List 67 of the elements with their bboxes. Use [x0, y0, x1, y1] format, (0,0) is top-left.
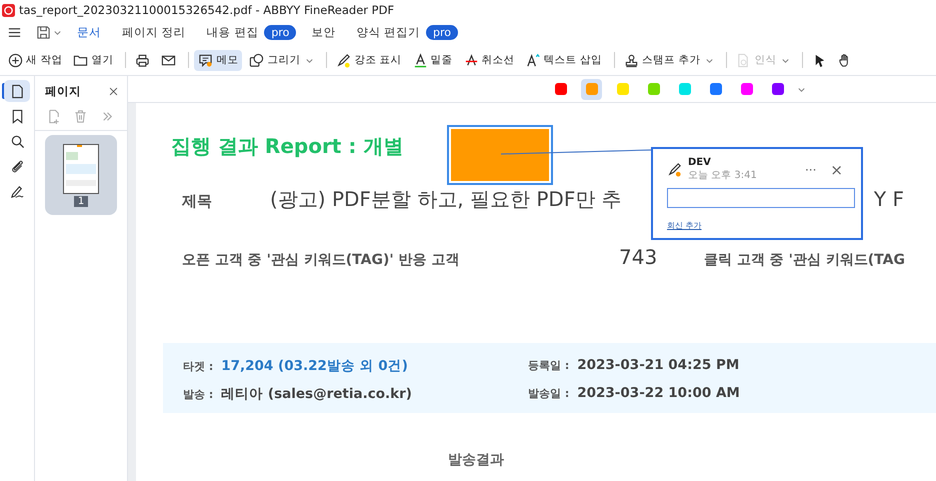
subject-text: (광고) PDF분할 하고, 필요한 PDF만 추: [270, 186, 622, 213]
toolbar-button[interactable]: 메모: [194, 50, 242, 70]
strikethrough-icon: [464, 52, 479, 68]
stamp-icon: [624, 52, 640, 68]
menu-tab[interactable]: 양식 편집기: [350, 23, 426, 42]
target-link[interactable]: 17,204 (03.22발송 외 0건): [221, 357, 408, 375]
toolbar-button[interactable]: 열기: [69, 50, 118, 70]
toolbar-button[interactable]: 밑줄: [408, 50, 457, 70]
info-label: 등록일 :: [528, 358, 570, 373]
page-preview-icon: [63, 144, 99, 194]
print-icon: [135, 52, 150, 68]
bookmark-icon: [10, 108, 24, 124]
shapes-icon: [249, 52, 264, 68]
info-label: 발송 :: [183, 387, 214, 402]
menu-icon[interactable]: [7, 25, 22, 40]
subject-label: 제목: [182, 192, 213, 211]
attachment-icon: [10, 158, 24, 174]
panel-title: 페이지: [45, 84, 81, 99]
close-button[interactable]: ×: [826, 160, 847, 178]
toolbar-button[interactable]: 그리기: [245, 50, 318, 70]
pro-badge: pro: [426, 25, 458, 40]
reply-link[interactable]: 회신 추가: [667, 220, 847, 231]
info-label: 발송일 :: [528, 386, 570, 401]
info-value: 2023-03-22 10:00 AM: [577, 385, 740, 401]
menu-tab[interactable]: 내용 편집: [200, 23, 264, 42]
signature-icon: [10, 184, 24, 198]
section-title: 발송결과: [448, 451, 505, 469]
note-time: 오늘 오후 3:41: [688, 169, 758, 182]
info-label: 타겟 :: [183, 359, 214, 374]
page-thumbnail[interactable]: 1: [45, 135, 117, 215]
search-icon: [10, 134, 24, 148]
stat-label: 오픈 고객 중 '관심 키워드(TAG)' 반응 고객: [182, 251, 460, 269]
highlighter-icon: [667, 162, 682, 177]
note-icon: [198, 52, 214, 68]
more-button[interactable]: ···: [800, 162, 820, 176]
note-author: DEV: [688, 157, 712, 168]
note-input-field[interactable]: [667, 188, 855, 208]
report-heading: 집행 결과 Report : 개별: [171, 133, 404, 160]
trash-icon[interactable]: [73, 109, 88, 124]
subject-text: Y F: [874, 187, 904, 211]
color-swatch[interactable]: [581, 78, 602, 100]
info-value: 2023-03-21 04:25 PM: [577, 357, 740, 373]
page-tab[interactable]: [4, 80, 30, 102]
pro-badge: pro: [264, 25, 296, 40]
underline-icon: [412, 52, 428, 68]
menu-tab[interactable]: 보안: [305, 23, 342, 42]
toolbar-button[interactable]: 새 작업: [4, 50, 66, 70]
mail-icon: [161, 52, 176, 68]
close-icon[interactable]: [108, 86, 119, 97]
add-page-icon[interactable]: [46, 109, 62, 124]
text-insert-icon: [526, 52, 541, 68]
info-value: 레티아 (sales@retia.co.kr): [221, 385, 412, 403]
stat-value: 743: [619, 245, 658, 269]
toolbar-button[interactable]: 텍스트 삽입: [522, 50, 606, 70]
toolbar-button[interactable]: 강조 표시: [332, 50, 406, 70]
menu-tab[interactable]: 문서: [71, 23, 107, 42]
folder-icon: [73, 52, 88, 68]
window-title: tas_report_20230321100015326542.pdf - ABBYY FineReader PDF: [19, 3, 394, 17]
plus-circle-icon: [8, 52, 23, 68]
highlighter-icon: [336, 52, 352, 68]
page-icon: [10, 84, 24, 98]
page-number: 1: [74, 196, 88, 206]
toolbar-button[interactable]: 스탬프 추가: [620, 50, 718, 70]
stat-label: 클릭 고객 중 '관심 키워드(TAG: [704, 251, 905, 269]
toolbar-button[interactable]: 취소선: [460, 50, 519, 70]
menu-tab[interactable]: 페이지 정리: [116, 23, 192, 42]
save-icon[interactable]: [36, 25, 51, 40]
